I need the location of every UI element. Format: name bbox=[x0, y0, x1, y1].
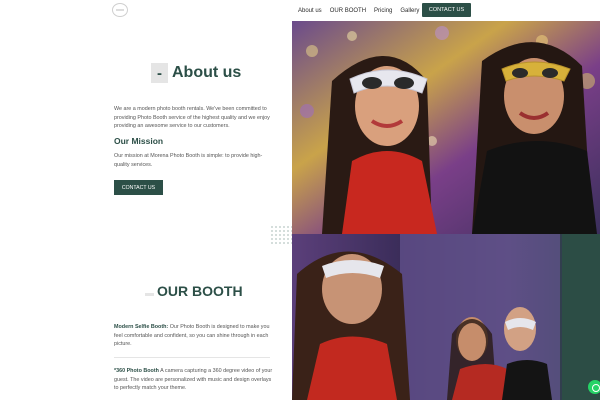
about-heading: - About us bbox=[151, 63, 241, 83]
whatsapp-icon[interactable] bbox=[588, 380, 600, 394]
about-contact-button[interactable]: CONTACT US bbox=[114, 180, 163, 195]
nav-link-about[interactable]: About us bbox=[298, 8, 322, 14]
divider bbox=[114, 357, 270, 358]
booth-item-selfie-title: Modern Selfie Booth: bbox=[114, 324, 169, 330]
booth-title: OUR BOOTH bbox=[157, 283, 243, 299]
nav-link-gallery[interactable]: Gallery bbox=[400, 8, 419, 14]
about-intro: We are a modern photo booth rentals. We'… bbox=[114, 106, 270, 129]
booth-item-selfie: Modern Selfie Booth: Our Photo Booth is … bbox=[114, 323, 274, 349]
top-navbar: About us OUR BOOTH Pricing Gallery CONTA… bbox=[0, 0, 600, 21]
mission-text: Our mission at Morena Photo Booth is sim… bbox=[114, 153, 263, 168]
content-column: - About us We are a modern photo booth r… bbox=[0, 21, 292, 400]
heading-dash: - bbox=[151, 63, 168, 83]
heading-dash bbox=[145, 292, 154, 296]
mission-title: Our Mission bbox=[114, 136, 164, 146]
nav-link-our-booth[interactable]: OUR BOOTH bbox=[330, 8, 366, 14]
booth-item-360-title: *360 Photo Booth bbox=[114, 368, 159, 374]
booth-heading: OUR BOOTH bbox=[145, 283, 243, 299]
about-title: About us bbox=[172, 64, 242, 81]
decorative-dot-grid bbox=[270, 225, 292, 245]
photo-masked-guests bbox=[292, 21, 600, 234]
photo-booth-mirror bbox=[292, 234, 600, 400]
booth-item-360: *360 Photo Booth A camera capturing a 36… bbox=[114, 367, 274, 393]
logo-icon[interactable] bbox=[112, 3, 128, 17]
nav-link-pricing[interactable]: Pricing bbox=[374, 8, 392, 14]
nav-contact-button[interactable]: CONTACT US bbox=[422, 3, 471, 17]
nav-links: About us OUR BOOTH Pricing Gallery bbox=[298, 0, 427, 21]
